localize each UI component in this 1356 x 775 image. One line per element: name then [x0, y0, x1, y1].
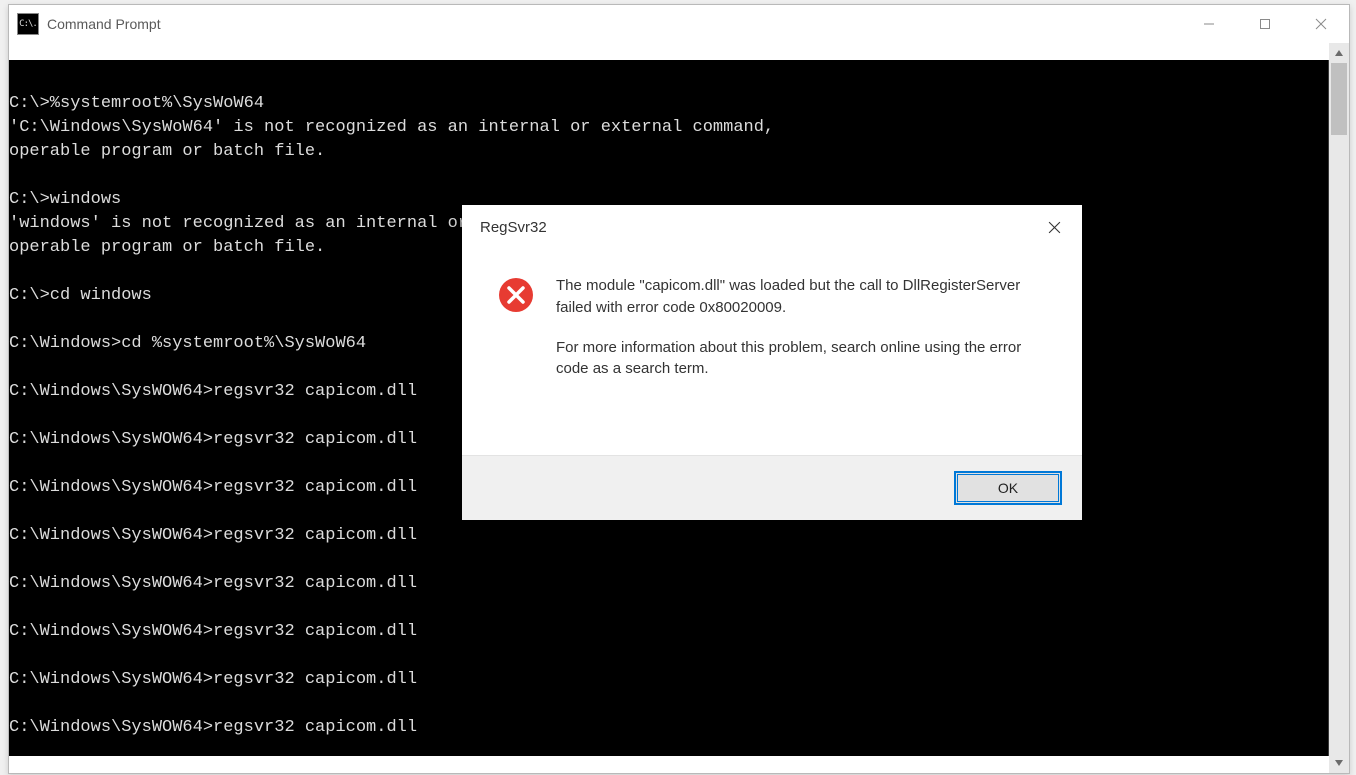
titlebar[interactable]: C:\. Command Prompt	[9, 5, 1349, 43]
dialog-titlebar[interactable]: RegSvr32	[462, 205, 1082, 249]
scroll-down-icon[interactable]	[1329, 753, 1349, 773]
regsvr32-dialog: RegSvr32 The module "capicom.dll" was lo…	[462, 205, 1082, 520]
close-button[interactable]	[1293, 5, 1349, 43]
window-title: Command Prompt	[47, 16, 1181, 32]
ok-button[interactable]: OK	[954, 471, 1062, 505]
error-icon	[498, 277, 534, 313]
dialog-message-1: The module "capicom.dll" was loaded but …	[556, 275, 1050, 319]
maximize-button[interactable]	[1237, 5, 1293, 43]
cmd-icon: C:\.	[17, 13, 39, 35]
scroll-thumb[interactable]	[1331, 63, 1347, 135]
dialog-title: RegSvr32	[480, 219, 1026, 236]
dialog-message: The module "capicom.dll" was loaded but …	[556, 275, 1050, 445]
vertical-scrollbar[interactable]	[1329, 43, 1349, 773]
dialog-close-button[interactable]	[1026, 205, 1082, 249]
dialog-message-2: For more information about this problem,…	[556, 337, 1050, 381]
scroll-up-icon[interactable]	[1329, 43, 1349, 63]
minimize-button[interactable]	[1181, 5, 1237, 43]
